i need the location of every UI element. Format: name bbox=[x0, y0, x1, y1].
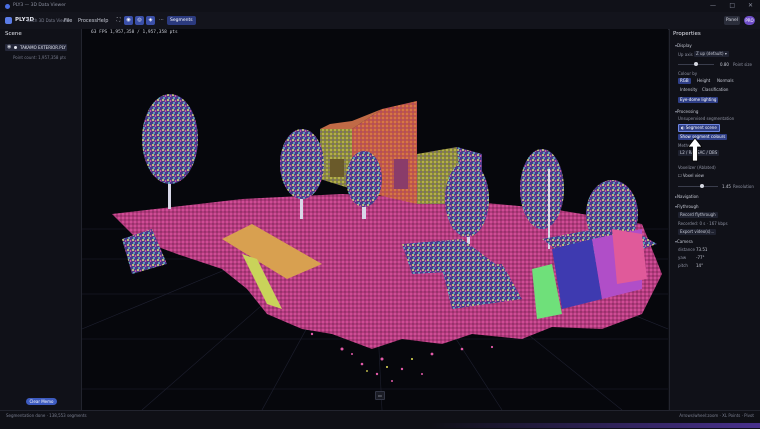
voxel-view-checkbox[interactable]: ☐ Voxel view bbox=[678, 173, 704, 178]
status-right: Arrows/wheel:zoom · XL Points · Pivot bbox=[679, 413, 754, 418]
section-display[interactable]: Display bbox=[675, 43, 692, 48]
camera-pitch-value: 14° bbox=[696, 263, 704, 268]
resolution-knob[interactable] bbox=[700, 184, 704, 188]
segments-toggle[interactable]: Segments bbox=[167, 16, 196, 25]
eye-icon[interactable]: ◉ bbox=[7, 44, 11, 50]
fps-counter: 63 FPS 1,957,358 / 1,957,358 pts bbox=[91, 30, 178, 35]
point-size-knob[interactable] bbox=[694, 62, 698, 66]
segment-scene-button[interactable]: ◐ Segment scene bbox=[678, 124, 720, 132]
menu-process[interactable]: Process bbox=[78, 18, 97, 24]
brand-icon bbox=[5, 17, 12, 24]
resolution-label: Resolution bbox=[733, 184, 754, 189]
window-title: PLY3 — 3D Data Viewer bbox=[13, 3, 66, 8]
menu-file[interactable]: File bbox=[64, 18, 72, 24]
colour-rgb-option[interactable]: RGB bbox=[678, 78, 691, 84]
colour-height-option[interactable]: Height bbox=[695, 78, 712, 84]
scene-item[interactable]: ◉ TAKAMO EXTERIOR.PLY bbox=[5, 44, 67, 51]
colour-by-label: Colour by bbox=[678, 71, 698, 76]
section-navigation[interactable]: Navigation bbox=[675, 194, 699, 199]
section-camera[interactable]: Camera bbox=[675, 239, 693, 244]
point-size-label: Point size bbox=[733, 62, 752, 67]
status-left: Segmentation done · 138,553 segments bbox=[6, 413, 87, 418]
viewport[interactable]: 63 FPS 1,957,358 / 1,957,358 pts ▭ bbox=[82, 29, 668, 410]
resolution-slider[interactable] bbox=[678, 186, 718, 187]
resolution-value: 1.45 bbox=[722, 184, 731, 189]
camera-yaw-value: -77° bbox=[696, 255, 705, 260]
eye-dome-toggle[interactable]: Eye-dome lighting bbox=[678, 97, 719, 103]
record-flythrough-button[interactable]: Record flythrough bbox=[678, 212, 718, 218]
layer-color-dot bbox=[14, 45, 17, 49]
more-icon[interactable]: ⋯ bbox=[157, 16, 166, 25]
app-logo bbox=[5, 4, 10, 9]
colour-classification-option[interactable]: Classification bbox=[700, 87, 730, 93]
point-cloud-render bbox=[82, 94, 668, 410]
export-video-button[interactable]: Export video(s)... bbox=[678, 229, 717, 235]
colour-normals-option[interactable]: Normals bbox=[715, 78, 736, 84]
recorded-info: Recorded: 0 s · 167 kbps bbox=[678, 221, 728, 226]
point-size-value: 0.80 bbox=[720, 62, 729, 67]
up-axis-label: Up axis bbox=[678, 52, 693, 57]
close-icon[interactable]: ✕ bbox=[748, 2, 753, 9]
scene-item-label: TAKAMO EXTERIOR.PLY bbox=[20, 45, 66, 50]
menu-help[interactable]: Help bbox=[97, 18, 108, 24]
fit-view-icon[interactable]: ⛶ bbox=[114, 16, 123, 25]
camera-pitch-key: pitch bbox=[678, 263, 688, 268]
colour-intensity-option[interactable]: Intensity bbox=[678, 87, 699, 93]
voxelizer-label: Voxelizer (Ablated) bbox=[678, 165, 716, 170]
up-axis-select[interactable]: Z up (default) ▾ bbox=[694, 51, 729, 57]
pro-badge: PRO bbox=[744, 16, 755, 25]
screenshot-icon[interactable]: ▭ bbox=[375, 391, 385, 400]
window-titlebar: PLY3 — 3D Data Viewer — □ ✕ bbox=[0, 0, 760, 12]
scene-panel: Scene ◉ TAKAMO EXTERIOR.PLY Point count:… bbox=[0, 29, 82, 410]
camera-yaw-key: yaw bbox=[678, 255, 687, 260]
minimize-icon[interactable]: — bbox=[710, 2, 716, 9]
status-glow bbox=[430, 423, 760, 428]
camera-distance-key: distance bbox=[678, 247, 695, 252]
unsupervised-label: Unsupervised segmentation bbox=[678, 116, 735, 121]
section-flythrough[interactable]: Flythrough bbox=[675, 204, 699, 209]
orbit-icon[interactable]: ◎ bbox=[135, 16, 144, 25]
section-processing[interactable]: Processing bbox=[675, 109, 698, 114]
properties-title: Properties bbox=[673, 31, 701, 37]
maximize-icon[interactable]: □ bbox=[729, 2, 735, 9]
mouse-cursor-icon bbox=[688, 138, 702, 162]
clear-memo-button[interactable]: Clear Memo bbox=[26, 398, 57, 405]
layers-icon[interactable]: ◈ bbox=[146, 16, 155, 25]
scene-item-sub: Point count: 1,957,358 pts bbox=[13, 55, 66, 60]
scene-title: Scene bbox=[5, 31, 22, 37]
camera-distance-value: 73.51 bbox=[696, 247, 708, 252]
show-segment-colours-button[interactable]: Show segment colours bbox=[678, 134, 728, 140]
camera-icon[interactable]: ◉ bbox=[124, 16, 133, 25]
scattered-points bbox=[310, 332, 494, 382]
properties-panel: Properties Display Up axis Z up (default… bbox=[669, 29, 760, 410]
panel-button[interactable]: Panel bbox=[724, 16, 740, 25]
